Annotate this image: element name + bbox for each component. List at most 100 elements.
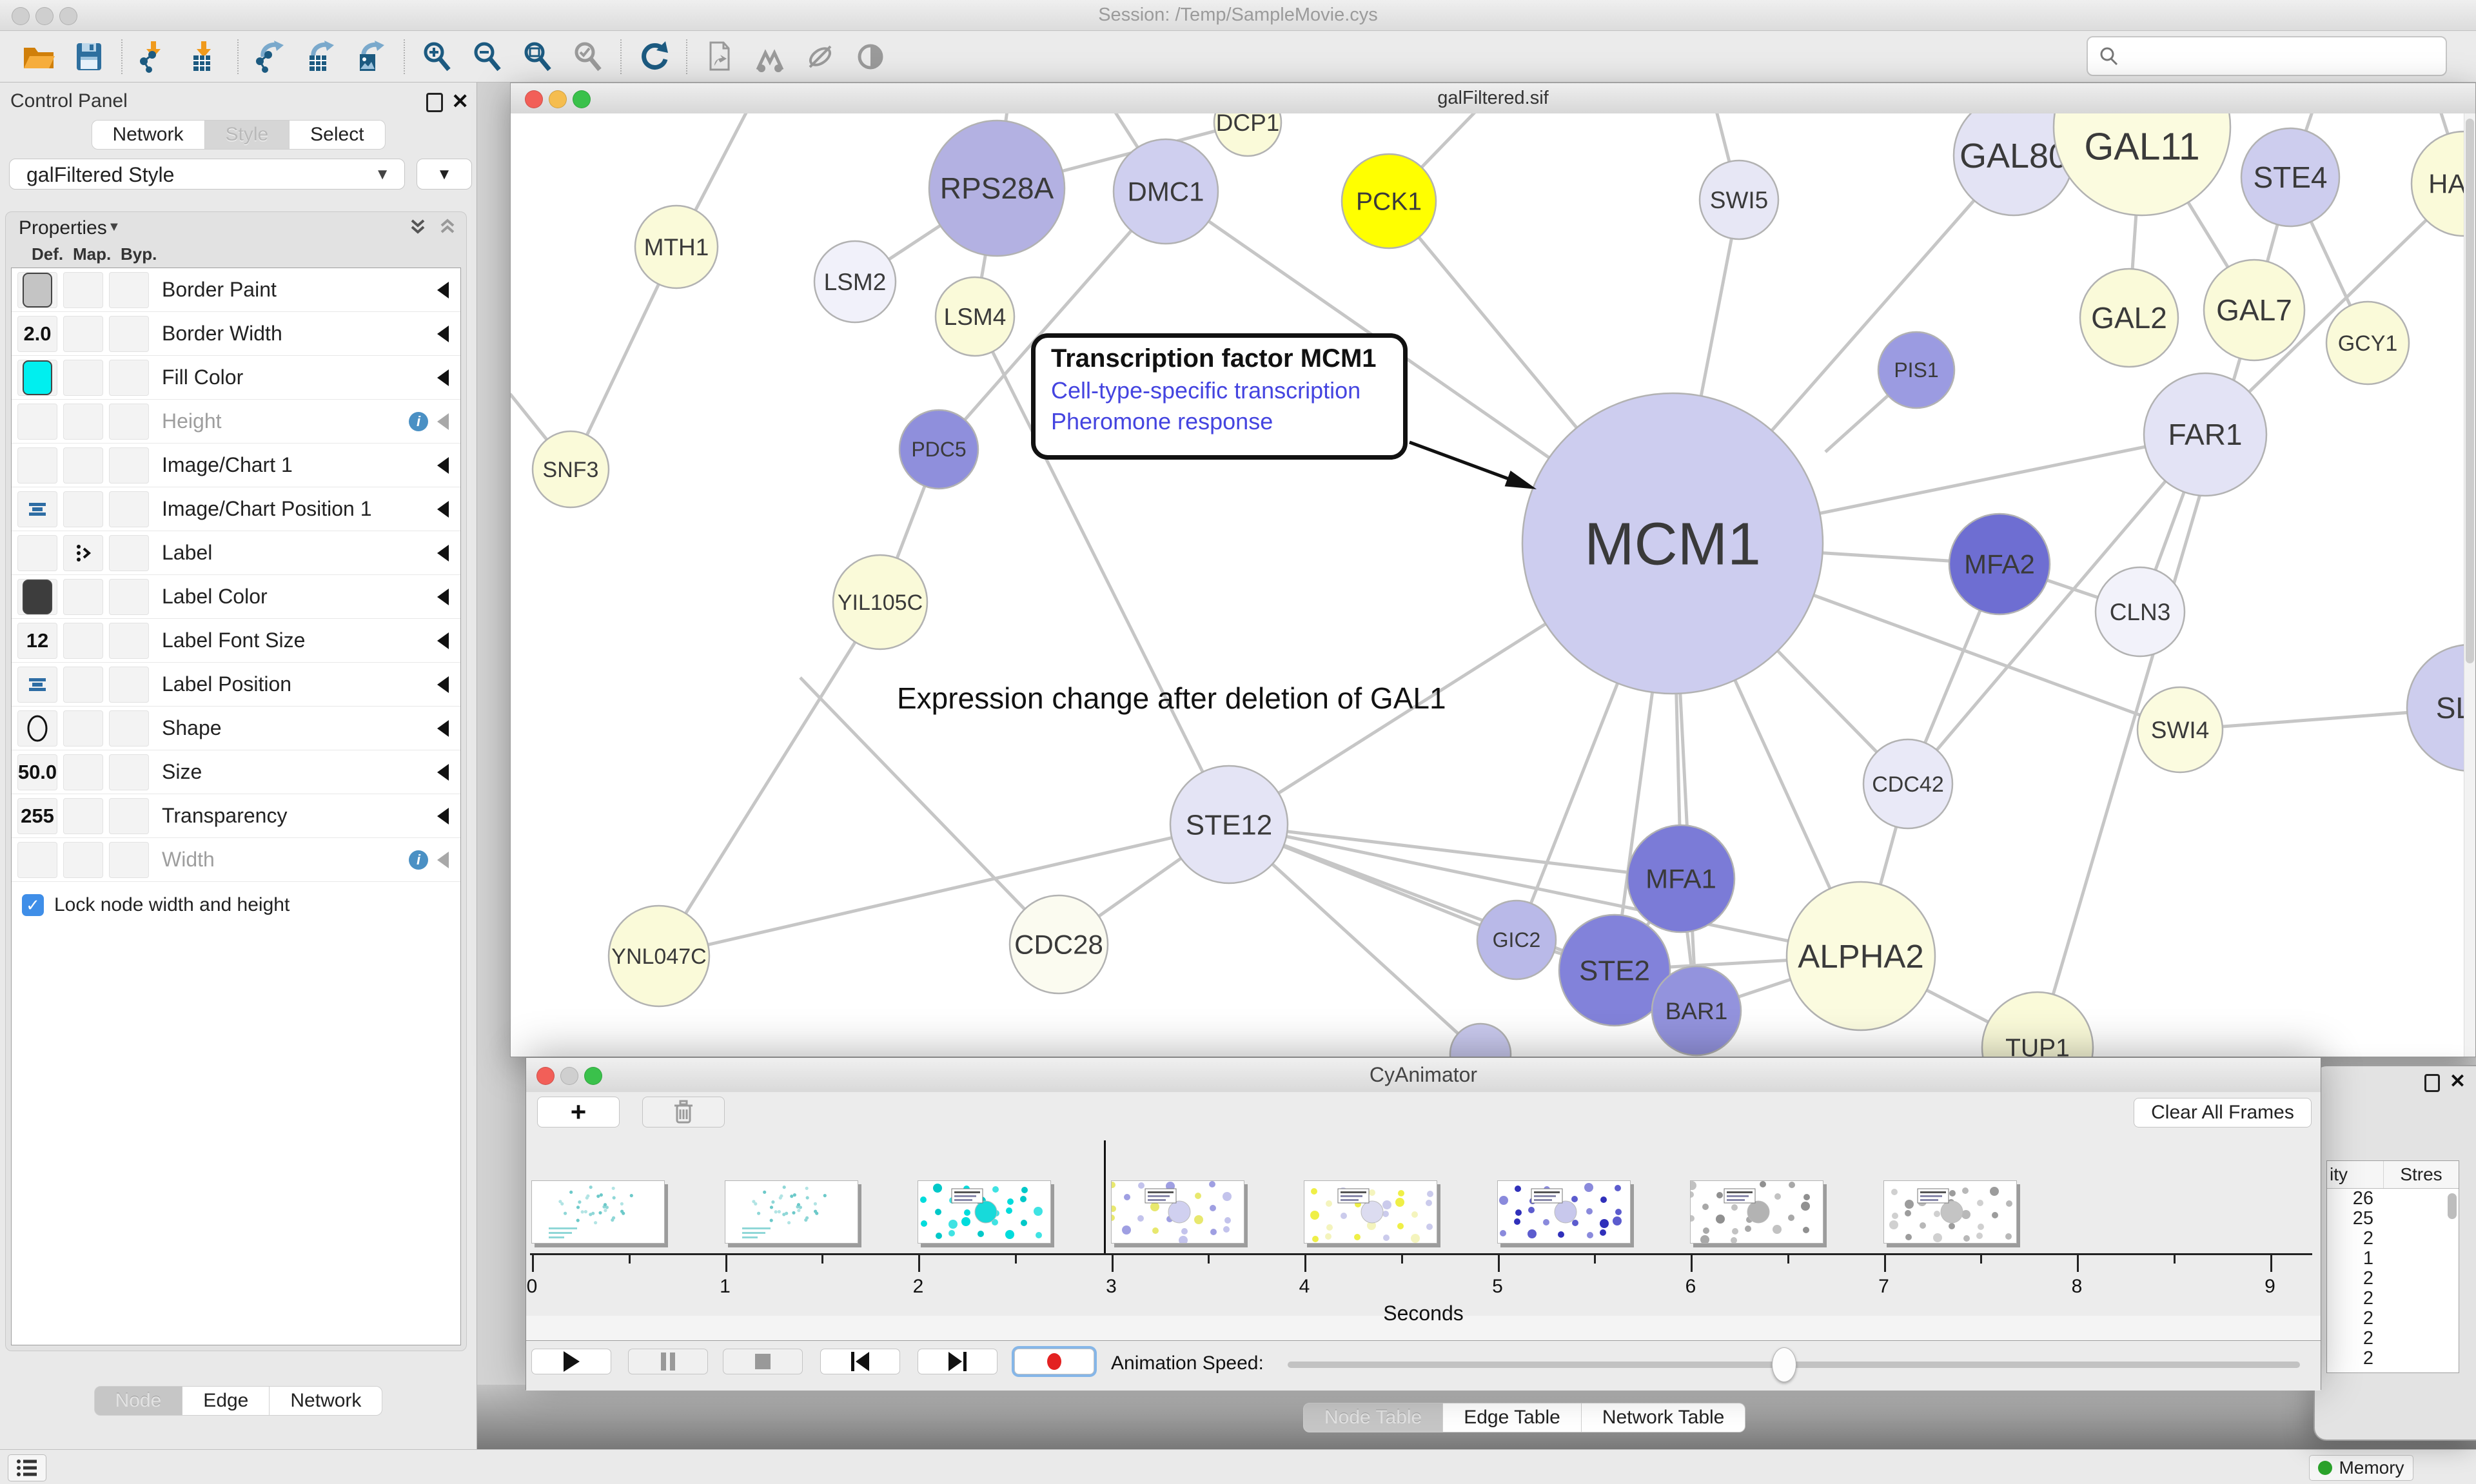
zoom-selected-button[interactable] — [570, 39, 606, 75]
property-byp-cell[interactable] — [109, 798, 149, 834]
network-canvas-area[interactable]: RPS28ADCP1DMC1PCK1MTH1LSM2LSM4SNF3PDC5YI… — [511, 113, 2475, 1057]
property-row-label-color[interactable]: Label Color — [12, 575, 460, 619]
property-map-cell[interactable] — [63, 316, 103, 352]
property-map-cell[interactable] — [63, 404, 103, 440]
property-map-cell[interactable] — [63, 491, 103, 527]
timeline-frame-2[interactable] — [918, 1180, 1051, 1244]
add-frame-button[interactable]: + — [537, 1097, 620, 1128]
property-map-cell[interactable] — [63, 842, 103, 878]
results-row[interactable]: 2 — [2327, 1269, 2459, 1289]
property-row-image-chart-1[interactable]: Image/Chart 1 — [12, 444, 460, 487]
property-row-border-paint[interactable]: Border Paint — [12, 268, 460, 312]
results-row[interactable]: 2 — [2327, 1229, 2459, 1249]
property-row-label-position[interactable]: Label Position — [12, 663, 460, 707]
property-def-cell[interactable] — [17, 710, 57, 747]
property-def-cell[interactable] — [17, 360, 57, 396]
maximize-window-icon[interactable] — [573, 90, 591, 108]
property-def-cell[interactable]: 255 — [17, 798, 57, 834]
property-byp-cell[interactable] — [109, 842, 149, 878]
tab-node-table[interactable]: Node Table — [1303, 1403, 1443, 1432]
timeline-frame-6[interactable] — [1690, 1180, 1823, 1244]
scrollbar-thumb[interactable] — [2448, 1193, 2457, 1219]
first-neighbors-button[interactable] — [752, 39, 788, 75]
info-icon[interactable]: i — [409, 412, 428, 431]
property-def-cell[interactable] — [17, 579, 57, 615]
results-row[interactable]: 25 — [2327, 1209, 2459, 1229]
property-byp-cell[interactable] — [109, 491, 149, 527]
task-history-button[interactable] — [8, 1454, 46, 1481]
property-def-cell[interactable] — [17, 667, 57, 703]
property-def-cell[interactable] — [17, 535, 57, 571]
property-map-cell[interactable] — [63, 623, 103, 659]
tab-network[interactable]: Network — [270, 1386, 382, 1416]
expand-property-icon[interactable] — [437, 545, 449, 561]
show-all-button[interactable] — [852, 39, 889, 75]
timeline-frame-7[interactable] — [1883, 1180, 2017, 1244]
network-canvas[interactable]: RPS28ADCP1DMC1PCK1MTH1LSM2LSM4SNF3PDC5YI… — [511, 113, 2475, 1057]
results-row[interactable]: 2 — [2327, 1289, 2459, 1309]
export-table-button[interactable] — [303, 39, 339, 75]
expand-property-icon[interactable] — [437, 589, 449, 605]
expand-property-icon[interactable] — [437, 720, 449, 737]
network-edge[interactable] — [659, 825, 1229, 956]
property-def-cell[interactable] — [17, 272, 57, 308]
zoom-out-button[interactable] — [469, 39, 506, 75]
property-def-cell[interactable] — [17, 447, 57, 483]
property-byp-cell[interactable] — [109, 535, 149, 571]
previous-frame-button[interactable] — [820, 1349, 900, 1374]
zoom-fit-button[interactable] — [520, 39, 556, 75]
open-session-button[interactable] — [21, 39, 57, 75]
property-def-cell[interactable] — [17, 404, 57, 440]
property-map-cell[interactable] — [63, 272, 103, 308]
property-map-cell[interactable] — [63, 754, 103, 790]
expand-property-icon[interactable] — [437, 808, 449, 825]
maximize-window-icon[interactable] — [584, 1067, 602, 1085]
expand-property-icon[interactable] — [437, 326, 449, 342]
property-byp-cell[interactable] — [109, 316, 149, 352]
expand-property-icon[interactable] — [437, 457, 449, 474]
results-scrollbar[interactable] — [2447, 1191, 2457, 1370]
zoom-in-button[interactable] — [419, 39, 455, 75]
network-node-partial[interactable] — [1450, 1024, 1511, 1057]
tab-node[interactable]: Node — [94, 1386, 183, 1416]
info-icon[interactable]: i — [409, 850, 428, 870]
import-network-button[interactable] — [137, 39, 173, 75]
close-panel-icon[interactable]: ✕ — [2450, 1070, 2466, 1093]
stop-button[interactable] — [723, 1349, 803, 1374]
style-options-button[interactable]: ▼ — [417, 159, 472, 190]
results-row[interactable]: 2 — [2327, 1329, 2459, 1349]
annotation-link[interactable]: Pheromone response — [1051, 408, 1403, 435]
property-byp-cell[interactable] — [109, 404, 149, 440]
property-byp-cell[interactable] — [109, 272, 149, 308]
expand-property-icon[interactable] — [437, 632, 449, 649]
results-row[interactable]: 2 — [2327, 1309, 2459, 1329]
next-frame-button[interactable] — [918, 1349, 997, 1374]
delete-frame-button[interactable] — [642, 1097, 725, 1128]
network-edge[interactable] — [800, 678, 1059, 944]
property-row-label[interactable]: Label — [12, 531, 460, 575]
export-network-button[interactable] — [253, 39, 289, 75]
network-edge[interactable] — [659, 602, 880, 956]
property-row-transparency[interactable]: 255Transparency — [12, 794, 460, 838]
float-panel-icon[interactable] — [2424, 1074, 2440, 1092]
refresh-button[interactable] — [636, 39, 672, 75]
timeline-frame-5[interactable] — [1497, 1180, 1631, 1244]
property-byp-cell[interactable] — [109, 623, 149, 659]
timeline-frame-1[interactable] — [725, 1180, 858, 1244]
play-button[interactable] — [531, 1349, 611, 1374]
property-byp-cell[interactable] — [109, 447, 149, 483]
expand-property-icon[interactable] — [437, 369, 449, 386]
property-row-shape[interactable]: Shape — [12, 707, 460, 750]
scrollbar-thumb[interactable] — [2466, 119, 2474, 663]
property-def-cell[interactable] — [17, 491, 57, 527]
close-panel-icon[interactable]: ✕ — [451, 89, 469, 113]
property-map-cell[interactable] — [63, 667, 103, 703]
property-row-image-chart-position-1[interactable]: Image/Chart Position 1 — [12, 487, 460, 531]
property-def-cell[interactable]: 12 — [17, 623, 57, 659]
property-row-border-width[interactable]: 2.0Border Width — [12, 312, 460, 356]
property-row-label-font-size[interactable]: 12Label Font Size — [12, 619, 460, 663]
property-map-cell[interactable] — [63, 535, 103, 571]
expand-property-icon[interactable] — [437, 676, 449, 693]
expand-property-icon[interactable] — [437, 282, 449, 298]
property-row-fill-color[interactable]: Fill Color — [12, 356, 460, 400]
